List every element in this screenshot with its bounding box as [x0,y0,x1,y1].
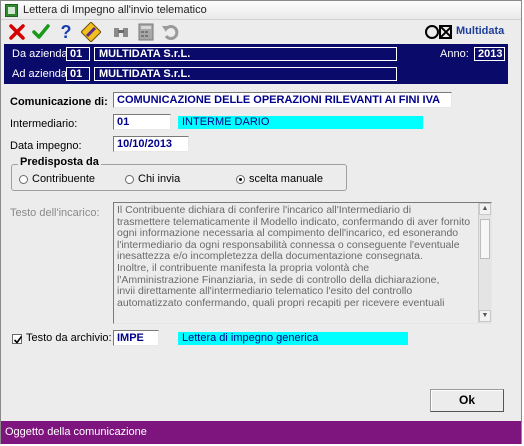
testo-line: trasmettere telematicamente il Modello i… [117,216,471,228]
ok-button[interactable]: Ok [430,389,504,412]
data-impegno-field[interactable]: 10/10/2013 [113,136,189,152]
intermediario-label: Intermediario: [10,118,78,130]
testo-content: Il Contribuente dichiara di conferire l'… [117,205,477,309]
radio-dot[interactable] [236,175,245,184]
testo-label: Testo dell'incarico: [10,207,100,219]
ad-azienda-code-field[interactable]: 01 [66,67,90,81]
status-bar: Oggetto della comunicazione [1,421,521,444]
edit-icon[interactable] [81,22,101,42]
predisposta-title: Predisposta da [18,156,101,168]
data-impegno-label: Data impegno: [10,140,82,152]
scroll-up-icon[interactable]: ▲ [479,203,491,215]
radio-dot[interactable] [125,175,134,184]
ad-azienda-name-field: MULTIDATA S.r.L. [94,67,397,81]
testo-line: Inoltre, il contribuente manifesta la pr… [117,262,370,274]
intermediario-name: INTERME DARIO [178,116,423,129]
radio-dot[interactable] [19,175,28,184]
comunicazione-label: Comunicazione di: [10,96,108,108]
ad-azienda-label: Ad azienda: [12,68,71,80]
anno-label: Anno: [440,48,469,60]
archivio-checkbox[interactable] [12,334,23,344]
help-icon[interactable]: ? [56,22,76,42]
testo-line: l'intermediario da ogni responsabilità c… [117,239,460,251]
app-icon [5,4,18,17]
testo-line: ogni informazione necessaria al compimen… [117,228,459,240]
archivio-label: Testo da archivio: [26,332,112,344]
radio-label: Chi invia [138,173,181,185]
testo-textarea[interactable]: Il Contribuente dichiara di conferire l'… [113,202,492,324]
intermediario-code-field[interactable]: 01 [113,114,171,130]
comunicazione-field[interactable]: COMUNICAZIONE DELLE OPERAZIONI RILEVANTI… [113,92,452,108]
da-azienda-code-field[interactable]: 01 [66,47,90,61]
testo-line: inesattezza e/o incompletezza della docu… [117,251,423,263]
confirm-icon[interactable] [31,22,51,42]
search-icon[interactable] [111,22,131,42]
radio-label: scelta manuale [249,173,323,185]
undo-icon[interactable] [160,22,180,42]
scroll-thumb[interactable] [480,219,490,259]
archivio-code-field[interactable]: IMPE [113,330,159,346]
testo-line: automatizzato confermando, quali propri … [117,297,445,309]
scroll-down-icon[interactable]: ▼ [479,310,491,322]
dialog-window: Lettera di Impegno all'invio telematico … [0,0,522,444]
cancel-icon[interactable] [7,22,27,42]
title-bar: Lettera di Impegno all'invio telematico [1,1,521,20]
window-title: Lettera di Impegno all'invio telematico [23,4,207,16]
radio-label: Contribuente [32,173,95,185]
archivio-name: Lettera di impegno generica [178,332,408,345]
testo-line: l'Amministrazione Finanziaria, in sede d… [117,274,440,286]
anno-field[interactable]: 2013 [474,47,505,61]
testo-line: invii direttamente all'intermediario tel… [117,286,413,298]
vertical-scrollbar[interactable]: ▲ ▼ [478,203,491,323]
da-azienda-name-field: MULTIDATA S.r.L. [94,47,397,61]
testo-line: Il Contribuente dichiara di conferire l'… [117,205,412,216]
calculator-icon[interactable] [136,22,156,42]
company-header: Da azienda: 01 MULTIDATA S.r.L. Anno: 20… [4,44,508,84]
da-azienda-label: Da azienda: [12,48,71,60]
